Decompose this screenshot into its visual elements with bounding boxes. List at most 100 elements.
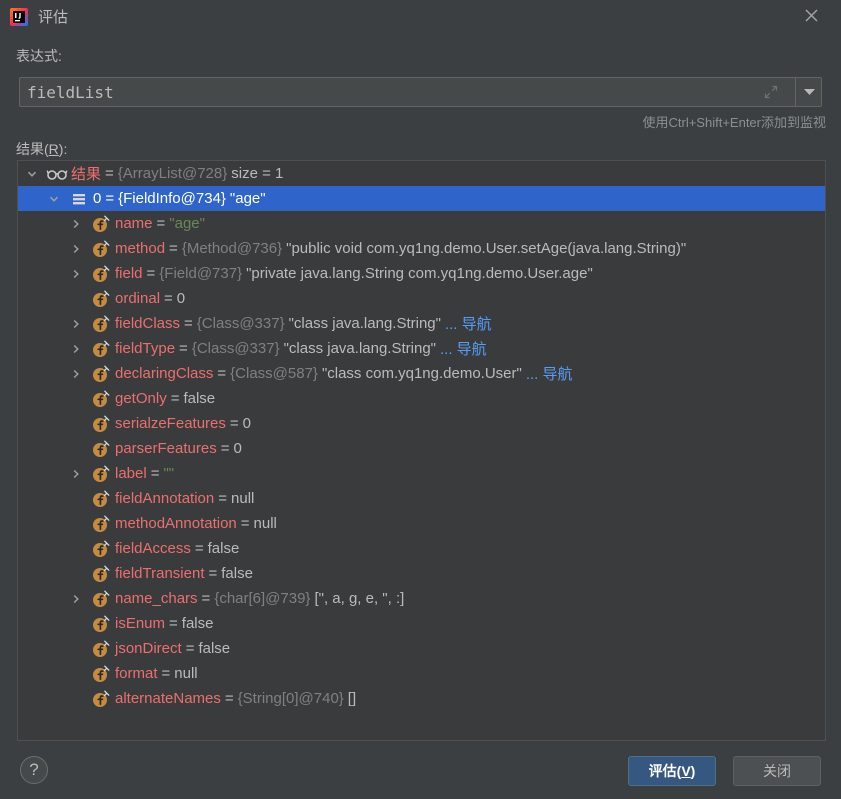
tree-row[interactable]: label = "" <box>18 461 825 486</box>
tree-row[interactable]: fieldTransient = false <box>18 561 825 586</box>
chevron-right-icon[interactable] <box>67 465 85 483</box>
close-button[interactable]: 关闭 <box>733 756 821 786</box>
variable-name: alternateNames <box>115 690 221 707</box>
tree-row[interactable]: 结果 = {ArrayList@728} size = 1 <box>18 161 825 186</box>
chevron-right-icon[interactable] <box>67 365 85 383</box>
tree-row[interactable]: field = {Field@737} "private java.lang.Stri… <box>18 261 825 286</box>
tree-row[interactable]: format = null <box>18 661 825 686</box>
object-id: {Class@337} <box>191 340 280 357</box>
expression-input[interactable] <box>27 78 747 106</box>
chevron-right-icon[interactable] <box>67 315 85 333</box>
variable-name: label <box>115 465 147 482</box>
field-icon <box>90 664 112 684</box>
tree-row[interactable]: fieldAccess = false <box>18 536 825 561</box>
object-id: {String[0]@740} <box>237 690 344 707</box>
variable-value: 0 <box>242 415 251 432</box>
variable-value: "public void com.yq1ng.demo.User.setAge(… <box>286 240 687 257</box>
variable-value: "class java.lang.String" <box>288 315 441 332</box>
add-to-watches-hint: 使用Ctrl+Shift+Enter添加到监视 <box>642 115 827 130</box>
tree-row[interactable]: name_chars = {char[6]@739} [", a, g, e, ", … <box>18 586 825 611</box>
window-close-button[interactable] <box>799 6 823 30</box>
chevron-right-icon[interactable] <box>67 215 85 233</box>
tree-row[interactable]: getOnly = false <box>18 386 825 411</box>
equals-sign: = <box>156 215 166 232</box>
field-icon <box>90 639 112 659</box>
equals-sign: = <box>217 365 227 382</box>
tree-row[interactable]: isEnum = false <box>18 611 825 636</box>
tree-row[interactable]: declaringClass = {Class@587} "class com.yq1… <box>18 361 825 386</box>
tree-row[interactable]: ordinal = 0 <box>18 286 825 311</box>
navigate-link[interactable]: ... 导航 <box>526 363 573 384</box>
tree-row[interactable]: parserFeatures = 0 <box>18 436 825 461</box>
chevron-right-icon[interactable] <box>67 340 85 358</box>
field-icon <box>90 264 112 284</box>
chevron-right-icon[interactable] <box>67 240 85 258</box>
variable-value: null <box>231 490 255 507</box>
variable-name: fieldClass <box>115 315 181 332</box>
tree-row[interactable]: name = "age" <box>18 211 825 236</box>
help-button[interactable]: ? <box>20 756 48 784</box>
navigate-link[interactable]: ... 导航 <box>440 338 487 359</box>
object-id: {char[6]@739} <box>214 590 311 607</box>
tree-row[interactable]: methodAnnotation = null <box>18 511 825 536</box>
variable-name: 0 <box>93 190 102 207</box>
field-icon <box>90 314 112 334</box>
dropdown-arrow-icon[interactable] <box>796 78 822 106</box>
result-tree[interactable]: 结果 = {ArrayList@728} size = 1 0 = {FieldInfo@7… <box>17 160 826 741</box>
field-icon <box>90 339 112 359</box>
variable-value: "age" <box>229 190 266 207</box>
tree-row[interactable]: method = {Method@736} "public void com.yq1n… <box>18 236 825 261</box>
variable-value: size = 1 <box>231 165 284 182</box>
tree-row[interactable]: fieldType = {Class@337} "class java.lang.St… <box>18 336 825 361</box>
equals-sign: = <box>146 265 156 282</box>
chevron-down-icon[interactable] <box>23 165 41 183</box>
tree-row[interactable]: fieldClass = {Class@337} "class java.lang.S… <box>18 311 825 336</box>
expand-icon[interactable] <box>762 83 780 101</box>
result-label-text: 结果( <box>16 141 49 157</box>
list-element-icon <box>68 189 90 209</box>
field-icon <box>90 614 112 634</box>
object-id: {Class@587} <box>230 365 318 382</box>
chevron-right-icon[interactable] <box>67 265 85 283</box>
tree-row[interactable]: 0 = {FieldInfo@734} "age" <box>18 186 825 211</box>
tree-row[interactable]: fieldAnnotation = null <box>18 486 825 511</box>
equals-sign: = <box>105 190 115 207</box>
variable-name: ordinal <box>115 290 161 307</box>
field-icon <box>90 489 112 509</box>
field-icon <box>90 689 112 709</box>
equals-sign: = <box>229 415 239 432</box>
variable-value: false <box>183 390 216 407</box>
variable-name: 结果 <box>71 166 102 183</box>
variable-value: false <box>198 640 231 657</box>
tree-row[interactable]: alternateNames = {String[0]@740}[] <box>18 686 825 711</box>
tree-rows: 结果 = {ArrayList@728} size = 1 0 = {FieldInfo@7… <box>18 161 825 711</box>
chevron-right-icon[interactable] <box>67 590 85 608</box>
evaluate-button[interactable]: 评估(V) <box>628 756 716 786</box>
equals-sign: = <box>105 165 114 182</box>
equals-sign: = <box>201 590 211 607</box>
variable-name: format <box>115 665 158 682</box>
navigate-link[interactable]: ... 导航 <box>445 313 492 334</box>
equals-sign: = <box>218 490 228 507</box>
variable-name: getOnly <box>115 390 167 407</box>
field-icon <box>90 414 112 434</box>
chevron-down-icon[interactable] <box>45 190 63 208</box>
variable-name: fieldAccess <box>115 540 191 557</box>
tree-row[interactable]: jsonDirect = false <box>18 636 825 661</box>
expression-field[interactable] <box>19 77 822 107</box>
tree-row[interactable]: serialzeFeatures = 0 <box>18 411 825 436</box>
variable-value: [", a, g, e, ", :] <box>314 590 405 607</box>
